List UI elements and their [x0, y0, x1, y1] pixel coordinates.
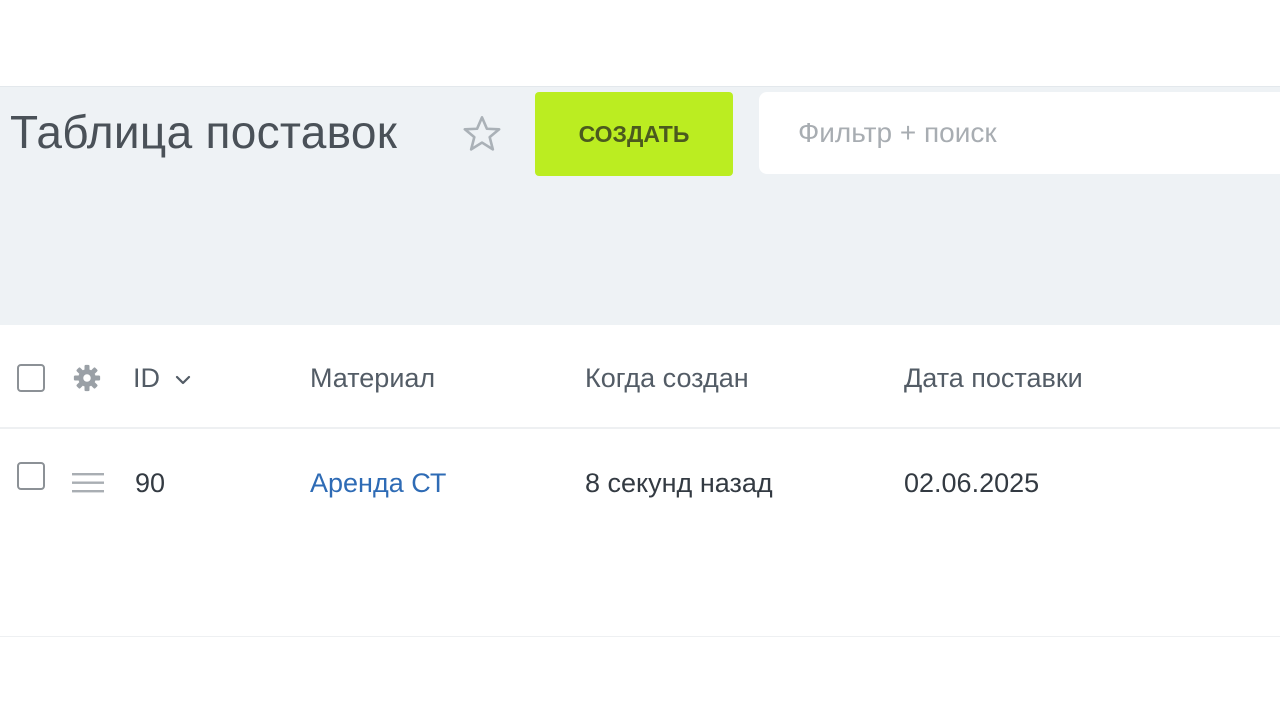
cell-created: 8 секунд назад [585, 468, 773, 498]
create-button[interactable]: СОЗДАТЬ [535, 92, 733, 176]
column-header-delivery-date[interactable]: Дата поставки [904, 362, 1083, 394]
column-header-id[interactable]: ID [133, 362, 160, 394]
select-all-checkbox[interactable] [17, 364, 45, 392]
search-input[interactable] [796, 116, 1260, 150]
chevron-down-icon[interactable] [174, 373, 192, 387]
row-divider [0, 427, 1280, 429]
row-divider [0, 636, 1280, 637]
page: Таблица поставок СОЗДАТЬ ID Материал Ког… [0, 0, 1280, 720]
page-title: Таблица поставок [10, 106, 398, 158]
cell-material-link[interactable]: Аренда СТ [310, 467, 446, 499]
star-icon[interactable] [461, 113, 503, 155]
menu-icon[interactable] [72, 470, 104, 496]
cell-delivery-date: 02.06.2025 [904, 468, 1040, 498]
toolbar-band [0, 213, 1280, 325]
column-header-material[interactable]: Материал [310, 362, 435, 394]
search-box[interactable] [759, 92, 1280, 174]
column-header-created[interactable]: Когда создан [585, 362, 749, 394]
row-checkbox[interactable] [17, 462, 45, 490]
cell-id: 90 [135, 468, 166, 498]
gear-icon[interactable] [72, 363, 102, 393]
